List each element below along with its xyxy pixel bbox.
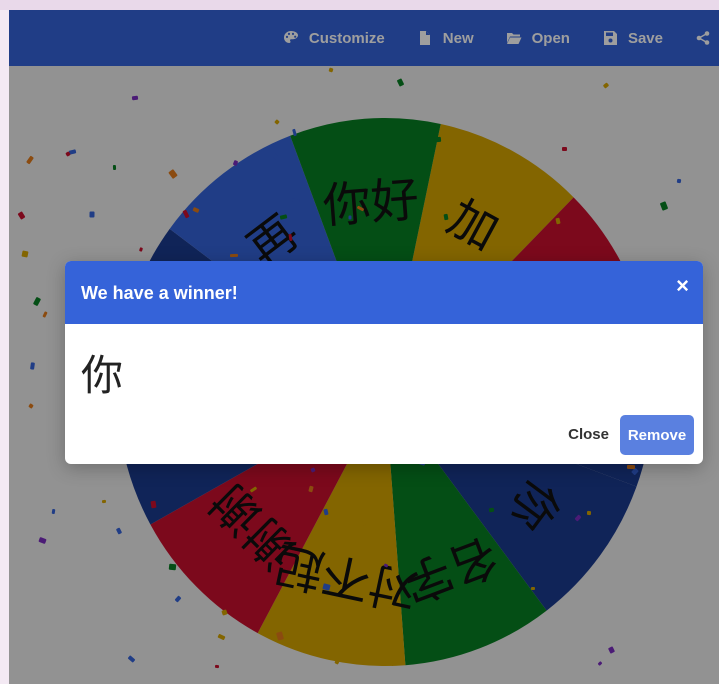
winner-dialog: We have a winner! × 你 Close Remove — [65, 261, 703, 464]
winner-dialog-body: 你 Close Remove — [65, 324, 703, 464]
app-frame: Customize New Open Save 加你名字 对不起 谢谢再你好 W… — [9, 10, 719, 684]
winner-dialog-header: We have a winner! × — [65, 261, 703, 324]
winner-text: 你 — [81, 351, 124, 400]
close-icon[interactable]: × — [676, 273, 689, 299]
winner-dialog-title: We have a winner! — [81, 283, 238, 303]
close-button[interactable]: Close — [568, 426, 609, 443]
remove-button[interactable]: Remove — [620, 415, 694, 455]
browser-top-strip — [0, 0, 719, 10]
